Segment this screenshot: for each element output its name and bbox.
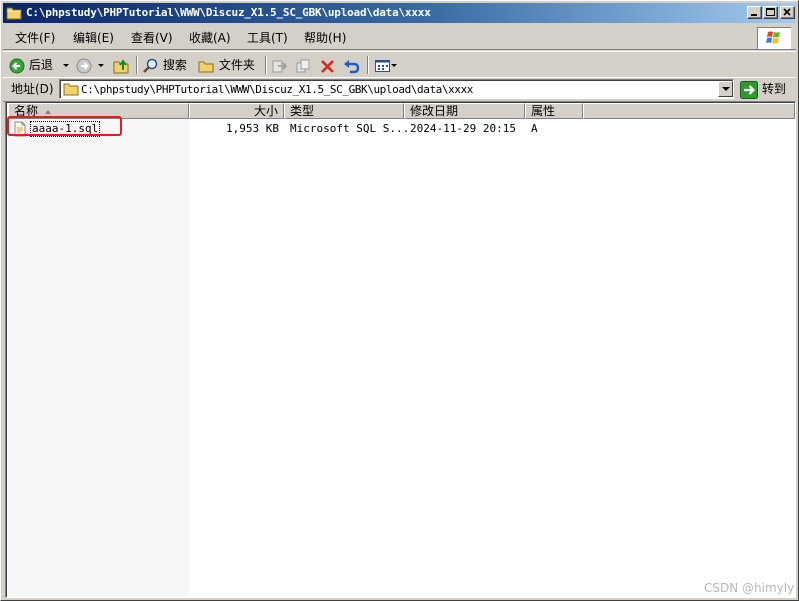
toolbar-separator	[136, 56, 138, 74]
toolbar-separator	[367, 56, 369, 74]
menu-tools[interactable]: 工具(T)	[247, 30, 288, 46]
standard-toolbar: 后退 搜索 文件夹	[3, 51, 796, 78]
search-icon	[143, 58, 158, 73]
chevron-down-icon	[722, 87, 730, 91]
column-header-filler	[583, 103, 795, 119]
move-to-button[interactable]	[271, 55, 288, 75]
back-dropdown-icon[interactable]	[62, 64, 69, 67]
folders-icon	[198, 61, 214, 72]
views-dropdown-icon[interactable]	[391, 64, 397, 67]
back-label: 后退	[28, 58, 53, 72]
menu-edit[interactable]: 编辑(E)	[73, 30, 114, 46]
table-row[interactable]: aaaa-1.sql 1,953 KB Microsoft SQL S... 2…	[8, 121, 795, 137]
forward-button[interactable]	[76, 55, 104, 75]
menu-view[interactable]: 查看(V)	[131, 30, 173, 46]
watermark: CSDN @himyly	[704, 581, 795, 595]
column-header: 名称 大小 类型 修改日期 属性	[8, 103, 795, 119]
menu-favorites[interactable]: 收藏(A)	[189, 30, 231, 46]
search-label: 搜索	[162, 58, 187, 72]
column-header-size[interactable]: 大小	[189, 103, 284, 119]
column-header-type[interactable]: 类型	[284, 103, 404, 119]
column-modified-label: 修改日期	[410, 104, 459, 118]
go-label: 转到	[761, 82, 786, 96]
copy-to-button[interactable]	[295, 55, 312, 75]
address-label: 地址(D)	[11, 82, 54, 96]
file-attributes: A	[531, 122, 538, 135]
folder-icon	[6, 7, 22, 20]
address-dropdown-button[interactable]	[718, 81, 733, 97]
menu-help[interactable]: 帮助(H)	[304, 30, 346, 46]
move-to-icon	[272, 60, 288, 72]
column-header-modified[interactable]: 修改日期	[404, 103, 525, 119]
column-header-attributes[interactable]: 属性	[525, 103, 583, 119]
close-icon	[783, 8, 791, 16]
file-modified: 2024-11-29 20:15	[410, 122, 516, 135]
file-list-view[interactable]: 名称 大小 类型 修改日期 属性 aaaa-1.sql 1,953 KB Mic…	[5, 101, 796, 598]
file-size: 1,953 KB	[226, 122, 279, 135]
explorer-window: C:\phpstudy\PHPTutorial\WWW\Discuz_X1.5_…	[0, 0, 799, 601]
forward-icon	[76, 58, 92, 73]
views-button[interactable]	[374, 55, 397, 75]
sort-ascending-icon	[45, 110, 52, 114]
forward-dropdown-icon[interactable]	[98, 64, 104, 67]
back-icon	[9, 58, 25, 73]
minimize-button[interactable]	[747, 6, 762, 19]
back-button[interactable]: 后退	[9, 55, 69, 75]
menu-file[interactable]: 文件(F)	[15, 30, 55, 46]
delete-button[interactable]	[319, 55, 336, 75]
folder-icon	[63, 83, 79, 96]
go-arrow-icon	[740, 80, 758, 99]
address-bar: 地址(D) C:\phpstudy\PHPTutorial\WWW\Discuz…	[3, 77, 796, 102]
folders-label: 文件夹	[218, 58, 255, 72]
menu-bar: 文件(F) 编辑(E) 查看(V) 收藏(A) 工具(T) 帮助(H)	[3, 27, 796, 50]
address-field[interactable]: C:\phpstudy\PHPTutorial\WWW\Discuz_X1.5_…	[59, 79, 734, 99]
red-highlight-box	[7, 116, 122, 136]
toolbar-separator	[265, 56, 267, 74]
folders-button[interactable]: 文件夹	[198, 55, 255, 75]
go-button[interactable]: 转到	[740, 79, 786, 99]
up-button[interactable]	[113, 55, 131, 75]
undo-icon	[344, 59, 360, 73]
window-title: C:\phpstudy\PHPTutorial\WWW\Discuz_X1.5_…	[26, 6, 431, 19]
search-button[interactable]: 搜索	[142, 55, 187, 75]
sorted-column-shading	[8, 119, 189, 597]
title-bar[interactable]: C:\phpstudy\PHPTutorial\WWW\Discuz_X1.5_…	[3, 3, 796, 23]
column-attributes-label: 属性	[531, 104, 556, 118]
delete-icon	[321, 59, 334, 73]
address-value[interactable]: C:\phpstudy\PHPTutorial\WWW\Discuz_X1.5_…	[81, 82, 473, 97]
close-button[interactable]	[780, 6, 795, 19]
undo-button[interactable]	[343, 55, 360, 75]
copy-to-icon	[296, 59, 310, 72]
up-folder-icon	[113, 58, 129, 73]
column-size-label: 大小	[253, 104, 278, 118]
windows-flag-icon	[766, 31, 780, 44]
views-icon	[375, 59, 390, 72]
minimize-icon	[751, 14, 757, 16]
windows-logo	[757, 27, 791, 49]
maximize-button[interactable]	[763, 6, 778, 19]
file-type: Microsoft SQL S...	[290, 122, 410, 135]
maximize-icon	[766, 8, 775, 16]
column-type-label: 类型	[290, 104, 315, 118]
